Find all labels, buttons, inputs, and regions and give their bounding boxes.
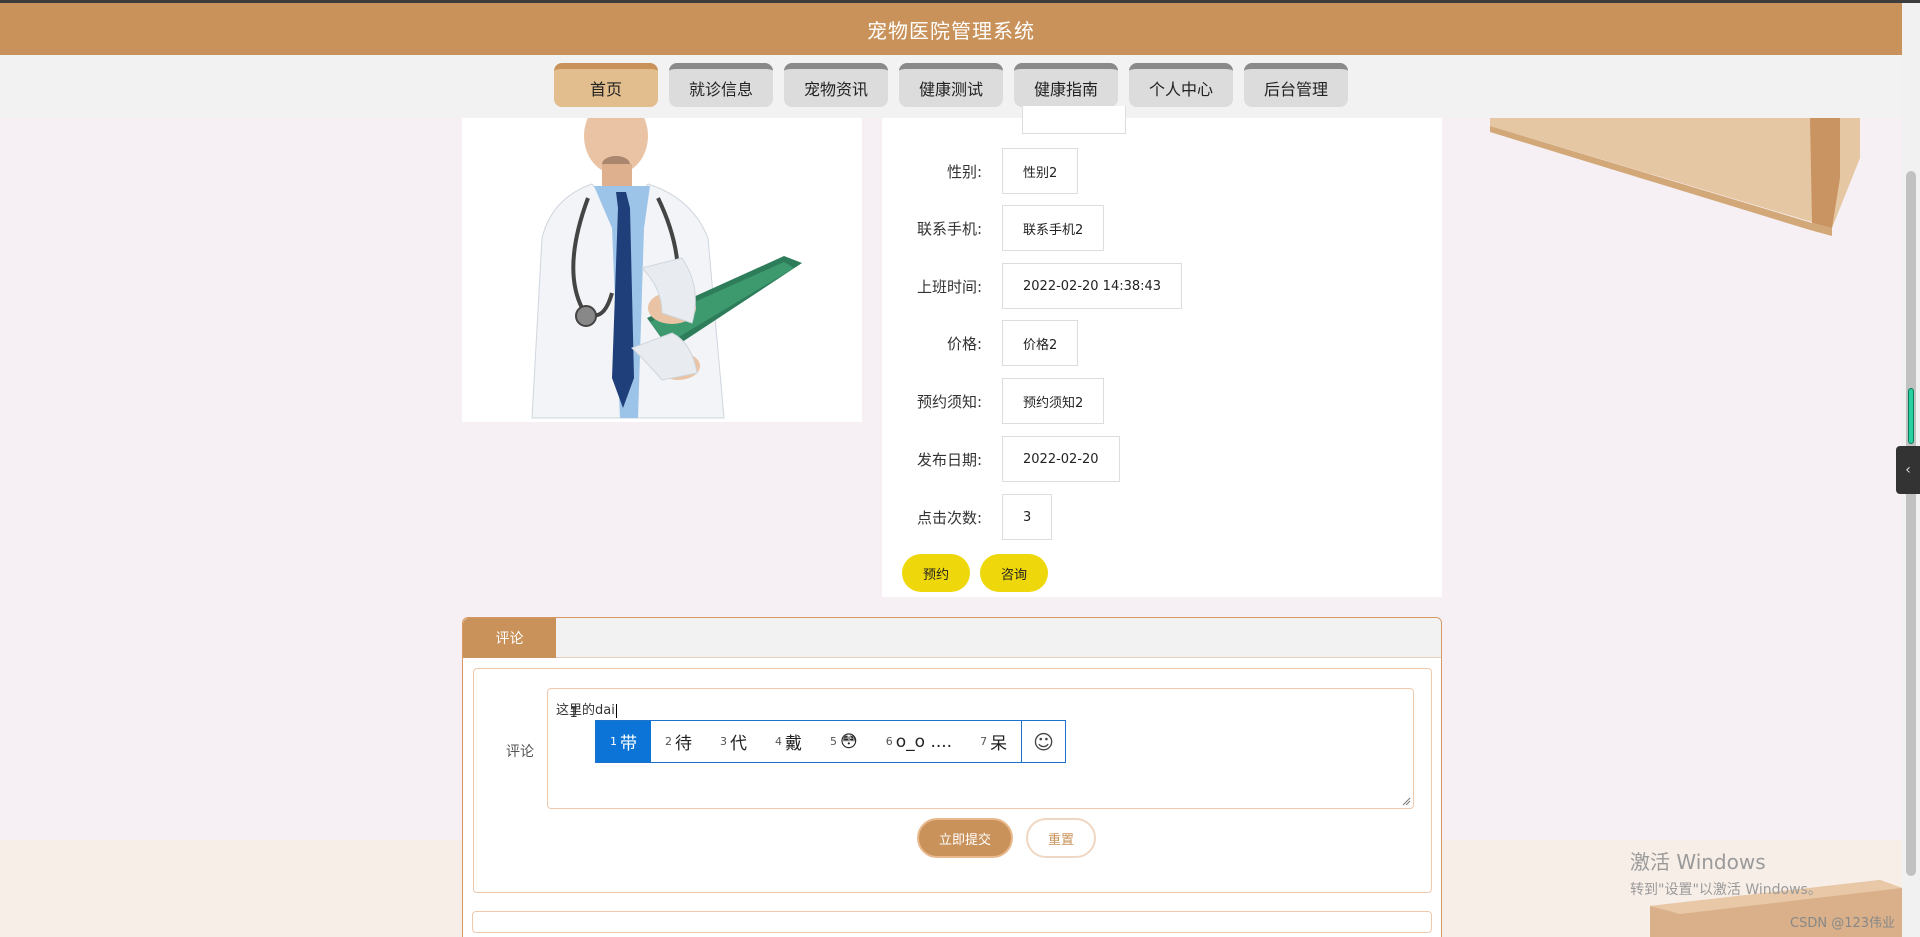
ime-candidate-number: 3 [720,735,727,748]
main-nav: 首页 就诊信息 宠物资讯 健康测试 健康指南 个人中心 后台管理 [0,55,1902,118]
ime-candidate[interactable]: 6 o_o .... [872,721,966,762]
csdn-credit: CSDN @123伟业 [1790,916,1896,931]
field-label: 预约须知: [916,392,982,411]
ime-candidate-text: 代 [730,734,747,754]
ime-candidate-text: 带 [620,734,637,754]
submit-button[interactable]: 立即提交 [917,818,1013,858]
ime-candidate-number: 5 [830,735,837,748]
text-caret [615,703,617,718]
field-label: 上班时间: [916,277,982,296]
book-button[interactable]: 预约 [902,554,970,592]
ime-candidate[interactable]: 1带 [596,721,651,762]
ime-candidate-number: 7 [980,735,988,748]
nav-item-admin[interactable]: 后台管理 [1244,63,1349,107]
side-status-indicator [1908,388,1914,444]
comment-list [472,911,1432,933]
field-row-phone: 联系手机: 联系手机2 [882,205,1105,251]
ime-candidate-bar: 1带 2待 3代 4戴 5 😳 6 o_o .... 7呆 ☺ [595,720,1067,763]
field-label: 性别: [946,162,982,181]
nav-item-home[interactable]: 首页 [553,63,658,107]
comment-form: 评论 这里的dai I [473,668,1432,893]
field-row-price: 价格: 价格2 [882,320,1079,366]
field-row-booking-notice: 预约须知: 预约须知2 [882,378,1105,424]
ime-candidate-text: 待 [675,734,692,754]
field-row-gender: 性别: 性别2 [882,148,1079,194]
field-value: 3 [1002,494,1053,540]
resize-grip-icon[interactable] [1401,796,1411,806]
comment-text: 这里的dai [556,703,615,718]
field-row-work-time: 上班时间: 2022-02-20 14:38:43 [882,263,1183,309]
doctor-detail-panel: 性别: 性别2 联系手机: 联系手机2 上班时间: 2022-02-20 14:… [882,106,1442,597]
ime-candidate[interactable]: 2待 [651,721,706,762]
ime-candidate-number: 2 [665,735,672,748]
ime-emoji-icon[interactable]: ☺ [1021,721,1065,762]
field-label: 发布日期: [916,450,982,469]
ime-candidate-number: 1 [610,735,617,748]
ime-candidate[interactable]: 7呆 [966,721,1021,762]
tab-comment[interactable]: 评论 [463,618,556,658]
comment-tabs: 评论 [463,618,1441,658]
consult-button[interactable]: 咨询 [980,554,1048,592]
ime-candidate-text: o_o .... [895,731,953,752]
windows-activation-watermark: 激活 Windows 转到"设置"以激活 Windows。 [1630,846,1822,899]
watermark-line1: 激活 Windows [1630,850,1766,874]
ime-candidate-text: 呆 [990,734,1008,754]
nav-item-health-test[interactable]: 健康测试 [898,63,1003,107]
doctor-photo [462,118,862,422]
site-title: 宠物医院管理系统 [867,18,1035,43]
comment-section: 评论 评论 这里的dai I [462,617,1442,937]
scrollbar-thumb[interactable] [1906,171,1916,876]
nav-item-profile[interactable]: 个人中心 [1129,63,1234,107]
ime-candidate-text: 戴 [785,734,802,754]
field-row-click-count: 点击次数: 3 [882,494,1053,540]
ime-candidate[interactable]: 4戴 [761,721,816,762]
field-value: 预约须知2 [1002,378,1105,424]
field-value: 价格2 [1002,320,1079,366]
reset-button[interactable]: 重置 [1026,818,1096,858]
nav-item-health-guide[interactable]: 健康指南 [1014,63,1119,107]
field-value: 2022-02-20 [1002,436,1120,482]
doctor-illustration [462,118,862,422]
ime-candidate-text: 😳 [840,731,858,752]
ime-candidate-number: 6 [885,735,893,748]
field-value: 联系手机2 [1002,205,1105,251]
field-value: 性别2 [1002,148,1079,194]
field-label: 价格: [946,334,982,353]
field-value-hidden [1022,106,1126,134]
comment-field-label: 评论 [506,744,534,760]
ime-candidate-number: 4 [775,735,782,748]
ibeam-cursor-icon: I [570,706,578,721]
field-row-publish-date: 发布日期: 2022-02-20 [882,436,1120,482]
ime-candidate[interactable]: 5 😳 [816,721,872,762]
field-value: 2022-02-20 14:38:43 [1002,263,1183,309]
ime-candidate[interactable]: 3代 [706,721,761,762]
side-panel-toggle-icon[interactable]: ‹ [1896,446,1920,494]
field-label: 点击次数: [916,508,982,527]
watermark-line2: 转到"设置"以激活 Windows。 [1630,882,1822,898]
nav-item-visits[interactable]: 就诊信息 [668,63,773,107]
field-label: 联系手机: [916,219,982,238]
decorative-shape-top [1490,118,1860,236]
site-header: 宠物医院管理系统 [0,3,1902,55]
nav-item-pet-news[interactable]: 宠物资讯 [783,63,888,107]
